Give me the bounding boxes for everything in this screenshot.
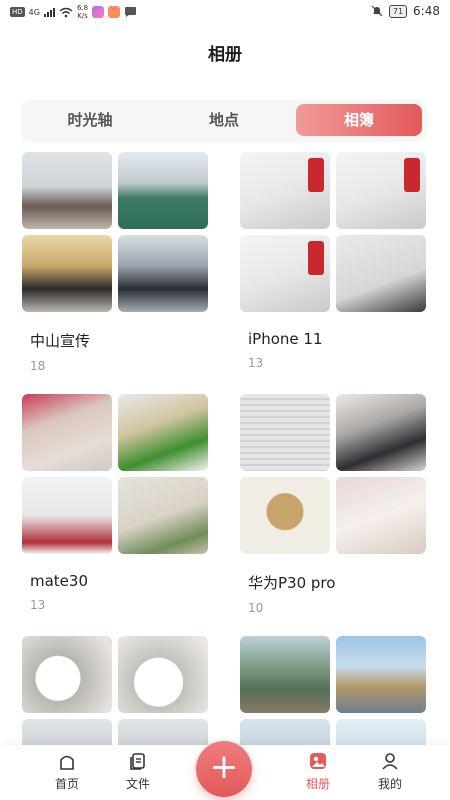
album-thumbnail [240,235,330,312]
files-icon [130,753,145,770]
album-grid: 中山宣传 18 iPhone 11 13 mate30 13 华为P30 pro [0,150,450,745]
app-notification-icon [108,6,121,18]
album-count: 13 [30,598,46,612]
album-thumbnail [240,719,330,745]
album-count: 13 [248,356,264,370]
nav-album[interactable]: 相册 [288,751,348,792]
tab-albums[interactable]: 相簿 [296,104,422,136]
status-bar: HD 4G 6.8 K/s 71 6:48 [0,0,450,26]
album-name: mate30 [30,572,89,590]
album-cover-collage [240,636,428,745]
album-thumbnail [336,152,426,229]
view-switcher: 时光轴 地点 相簿 [22,100,426,140]
album-icon [310,753,326,769]
album-thumbnail [22,719,112,745]
signal-icon [43,7,55,17]
album-card[interactable] [240,636,428,745]
nav-album-label: 相册 [305,777,330,791]
nav-home-label: 首页 [54,777,79,791]
mute-bell-icon [371,5,383,17]
add-button[interactable]: + [196,741,252,797]
nav-files[interactable]: 文件 [108,751,168,792]
battery-indicator: 71 [388,4,408,18]
network-speed: 6.8 K/s [77,4,88,20]
album-cover-collage [22,394,210,554]
album-name: 中山宣传 [30,332,91,350]
album-thumbnail [22,235,112,312]
album-cover-collage [22,636,210,745]
album-thumbnail [22,152,112,229]
nav-home[interactable]: 首页 [37,751,97,792]
status-right: 71 6:48 [371,4,440,18]
album-thumbnail [118,394,208,471]
network-label: 4G [28,7,40,17]
status-left: HD 4G 6.8 K/s [10,4,137,20]
nav-files-label: 文件 [125,777,150,791]
hd-badge: HD [10,7,25,17]
album-card[interactable]: 华为P30 pro 10 [240,394,428,615]
tab-places[interactable]: 地点 [160,104,288,136]
album-thumbnail [336,719,426,745]
tab-timeline[interactable]: 时光轴 [26,104,154,136]
album-thumbnail [240,394,330,471]
speed-value: 6.8 [76,4,89,12]
album-thumbnail [118,152,208,229]
album-card[interactable]: mate30 13 [22,394,210,612]
album-name: 华为P30 pro [248,574,336,592]
album-thumbnail [118,477,208,554]
album-thumbnail [118,636,208,713]
album-count: 18 [30,359,46,373]
album-thumbnail [336,477,426,554]
album-card[interactable]: iPhone 11 13 [240,152,428,370]
album-thumbnail [22,477,112,554]
album-card[interactable] [22,636,210,745]
nav-profile-label: 我的 [377,777,402,791]
album-cover-collage [240,152,428,312]
home-icon [60,755,74,770]
album-thumbnail [22,636,112,713]
wifi-icon [59,7,73,17]
album-cover-collage [22,152,210,312]
album-thumbnail [118,235,208,312]
album-count: 10 [248,601,264,615]
message-icon [125,7,137,17]
page-title: 相册 [208,45,242,65]
album-thumbnail [336,636,426,713]
album-name: iPhone 11 [248,330,323,348]
album-thumbnail [240,636,330,713]
album-thumbnail [240,477,330,554]
album-thumbnail [240,152,330,229]
profile-icon [382,753,398,770]
album-thumbnail [118,719,208,745]
album-thumbnail [336,394,426,471]
speed-unit: K/s [77,12,88,20]
album-card[interactable]: 中山宣传 18 [22,152,210,373]
clock: 6:48 [413,4,440,18]
album-cover-collage [240,394,428,554]
album-thumbnail [22,394,112,471]
album-thumbnail [336,235,426,312]
app-notification-icon [92,6,105,18]
nav-profile[interactable]: 我的 [360,751,420,792]
